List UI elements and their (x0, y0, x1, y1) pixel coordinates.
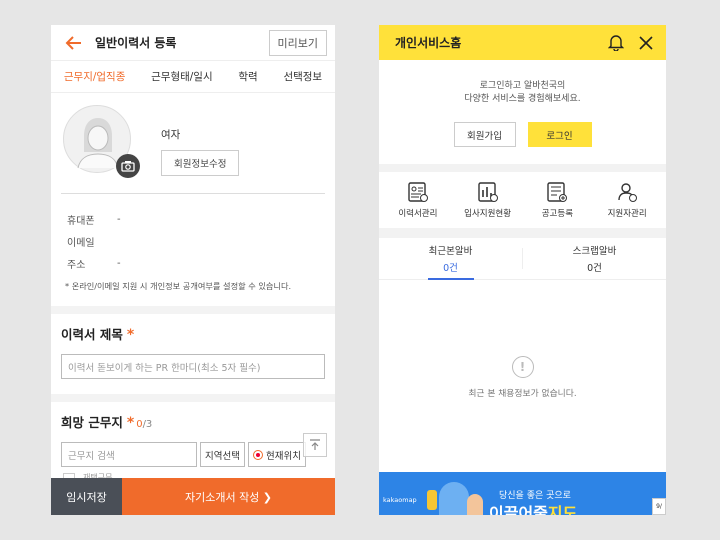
ad-banner[interactable]: kakaomap 당신을 좋은 곳으로 이끌어줄지도 9/ (379, 472, 666, 515)
resume-title-section: 이력서 제목 * 이력서 돋보이게 하는 PR 한마디(최소 5자 필수) (51, 314, 335, 394)
personal-service-home-screen: 개인서비스홈 로그인하고 알바천국의 다양한 서비스를 경험해보세요. 회원가입… (379, 25, 666, 515)
scroll-top-icon[interactable] (303, 433, 327, 457)
history-tabs: 최근본알바 0건 스크랩알바 0건 (379, 238, 666, 280)
contact-value: - (117, 257, 121, 269)
empty-state: ! 최근 본 채용정보가 없습니다. (379, 356, 666, 399)
avatar (63, 105, 140, 178)
resume-title-input[interactable]: 이력서 돋보이게 하는 PR 한마디(최소 5자 필수) (61, 354, 325, 379)
intro-line: 로그인하고 알바천국의 (479, 81, 566, 91)
menu-label: 입사지원현황 (464, 209, 512, 219)
selection-count: 0/3 (136, 419, 153, 430)
bell-icon[interactable] (606, 33, 626, 53)
post-icon (547, 182, 568, 202)
tab-education[interactable]: 학력 (238, 69, 257, 84)
banner-page-badge: 9/ (652, 498, 666, 515)
top-bar: 일반이력서 등록 미리보기 (51, 25, 335, 61)
person-illustration-icon (467, 494, 483, 515)
required-mark: * (126, 327, 135, 343)
step-tabs: 근무지/업직종 근무형태/일시 학력 선택정보 (51, 61, 335, 93)
required-mark: * (126, 415, 135, 431)
bottom-action-bar: 임시저장 자기소개서 작성 ❯ (51, 478, 335, 515)
chart-icon (477, 182, 498, 202)
contact-label: 이메일 (67, 237, 95, 249)
menu-resume-manage[interactable]: 이력서관리 (386, 181, 450, 219)
location-icon (252, 449, 263, 460)
gender-text: 여자 (161, 129, 181, 141)
contact-label: 주소 (67, 259, 86, 271)
tab-count: 0건 (587, 263, 602, 274)
tab-label: 최근본알바 (428, 246, 473, 257)
top-bar: 개인서비스홈 (379, 25, 666, 60)
next-step-button[interactable]: 자기소개서 작성 ❯ (122, 478, 335, 515)
section-gap (379, 228, 666, 238)
login-button[interactable]: 로그인 (527, 122, 592, 147)
contact-value: - (117, 213, 121, 225)
region-select-button[interactable]: 지역선택 (200, 442, 245, 467)
contact-row-phone: 휴대폰 - (67, 208, 319, 230)
banner-brand: kakaomap (383, 496, 417, 504)
contact-row-address: 주소 - (67, 252, 319, 274)
contact-label: 휴대폰 (67, 215, 95, 227)
section-heading: 희망 근무지 (61, 415, 123, 430)
intro-line: 다양한 서비스를 경험해보세요. (464, 94, 581, 104)
section-gap (51, 306, 335, 314)
tab-recent-jobs[interactable]: 최근본알바 0건 (379, 238, 522, 280)
profile-section: 여자 회원정보수정 (51, 93, 335, 193)
menu-label: 지원자관리 (607, 209, 647, 219)
login-intro: 로그인하고 알바천국의 다양한 서비스를 경험해보세요. (379, 60, 666, 106)
tab-scrap-jobs[interactable]: 스크랩알바 0건 (523, 238, 666, 279)
menu-label: 공고등록 (541, 209, 574, 219)
section-gap (379, 164, 666, 172)
alert-circle-icon: ! (511, 356, 534, 378)
tab-work-type[interactable]: 근무형태/일시 (151, 69, 213, 84)
section-heading: 이력서 제목 (61, 327, 123, 342)
contact-info: 휴대폰 - 이메일 주소 - (51, 194, 335, 274)
menu-label: 이력서관리 (398, 209, 438, 219)
close-icon[interactable] (636, 33, 656, 53)
person-illustration-icon (439, 482, 469, 515)
tab-work-area[interactable]: 근무지/업직종 (64, 69, 126, 84)
banner-headline: 이끌어줄지도 (489, 504, 578, 515)
tab-count: 0건 (443, 263, 458, 274)
work-area-section: 희망 근무지 * 0/3 근무지 검색 지역선택 현재위치 (51, 402, 335, 467)
resume-register-screen: 일반이력서 등록 미리보기 근무지/업직종 근무형태/일시 학력 선택정보 여자… (51, 25, 335, 515)
contact-row-email: 이메일 (67, 230, 319, 252)
page-title: 일반이력서 등록 (95, 36, 177, 50)
tab-optional-info[interactable]: 선택정보 (283, 69, 322, 84)
preview-button[interactable]: 미리보기 (268, 29, 327, 56)
tab-label: 스크랩알바 (572, 246, 617, 257)
temp-save-button[interactable]: 임시저장 (51, 478, 122, 515)
quick-menu: 이력서관리 입사지원현황 공고등록 지원자관리 (379, 172, 666, 228)
section-gap (51, 394, 335, 402)
join-button[interactable]: 회원가입 (453, 122, 516, 147)
resume-icon (408, 182, 428, 202)
work-area-search-input[interactable]: 근무지 검색 (61, 442, 197, 467)
privacy-note: * 온라인/이메일 지원 시 개인정보 공개여부를 설정할 수 있습니다. (65, 281, 292, 291)
edit-profile-button[interactable]: 회원정보수정 (161, 150, 240, 176)
camera-icon[interactable] (116, 154, 140, 178)
bulb-illustration-icon (427, 490, 437, 510)
back-arrow-icon[interactable] (65, 34, 83, 52)
page-title: 개인서비스홈 (395, 36, 462, 50)
applicant-icon (618, 183, 638, 202)
menu-applicant-manage[interactable]: 지원자관리 (595, 181, 659, 219)
menu-application-status[interactable]: 입사지원현황 (456, 181, 520, 219)
empty-message: 최근 본 채용정보가 없습니다. (468, 389, 577, 399)
menu-post-job[interactable]: 공고등록 (525, 181, 589, 219)
current-location-button[interactable]: 현재위치 (247, 442, 306, 467)
